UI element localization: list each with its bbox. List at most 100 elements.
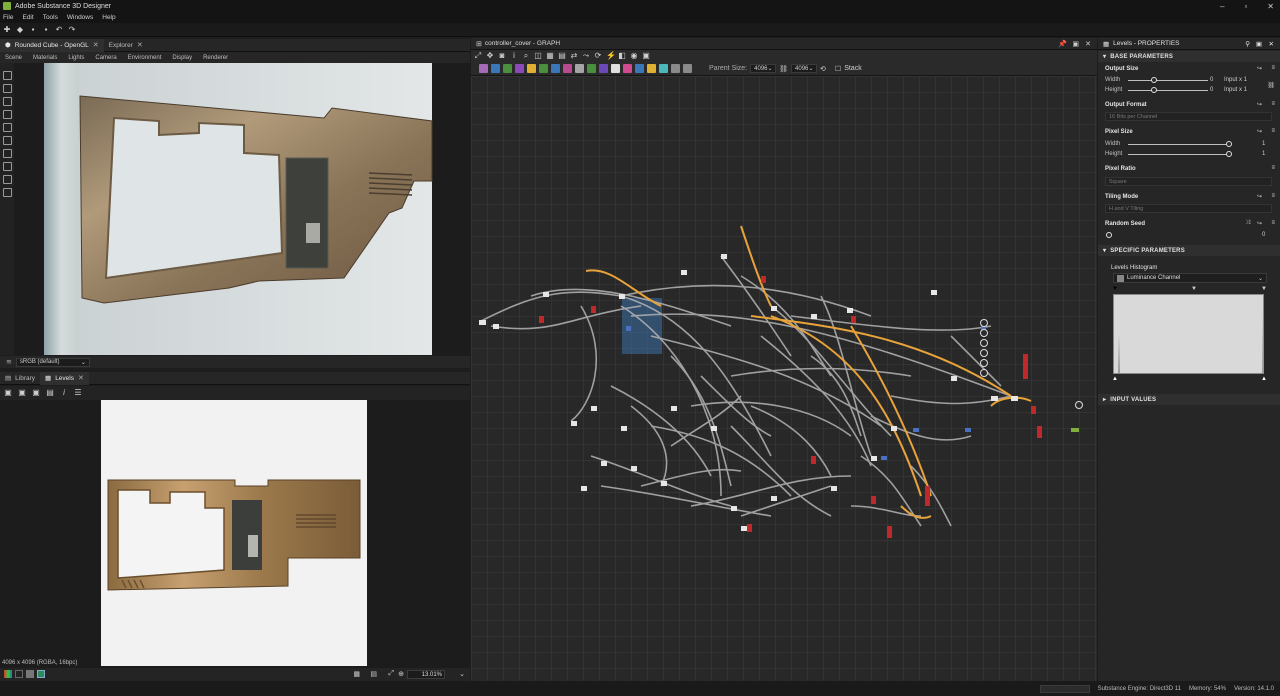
frame-icon[interactable]: ◧ xyxy=(618,52,626,60)
menu-icon[interactable]: ≡ xyxy=(1271,193,1275,199)
output-max-marker[interactable]: ▲ xyxy=(1261,376,1267,382)
channel-icon[interactable]: ▤ xyxy=(46,389,54,397)
preview-icon[interactable]: ▣ xyxy=(642,52,650,60)
pin-icon[interactable]: ⚲ xyxy=(1245,40,1250,48)
transform-node-icon[interactable] xyxy=(515,64,524,73)
gradient-node-icon[interactable] xyxy=(527,64,536,73)
menu-icon[interactable]: ≡ xyxy=(1271,220,1275,226)
maximize-panel-icon[interactable]: ▣ xyxy=(1072,40,1079,48)
viewport-2d[interactable] xyxy=(0,400,470,668)
fit-view-icon[interactable]: ⤢ xyxy=(388,670,394,678)
value-processor-icon[interactable] xyxy=(647,64,656,73)
open-icon[interactable]: ◆ xyxy=(16,25,24,34)
histogram-channel-dropdown[interactable]: Luminance Channel ⌄ xyxy=(1113,273,1267,283)
blend-node-icon[interactable] xyxy=(491,64,500,73)
undo-icon[interactable]: ↶ xyxy=(55,25,63,34)
viewport-3d[interactable] xyxy=(14,63,470,355)
info-icon[interactable]: i xyxy=(510,52,518,60)
tiling-mode-dropdown[interactable]: H and V Tiling xyxy=(1105,204,1272,213)
camera-icon[interactable] xyxy=(2,71,12,80)
export-icon[interactable]: ▣ xyxy=(32,389,40,397)
inherit-icon[interactable]: ↪ xyxy=(1257,220,1262,227)
inherit-icon[interactable]: ↪ xyxy=(1257,101,1262,108)
graph-canvas[interactable] xyxy=(471,76,1097,681)
output-width-slider[interactable] xyxy=(1128,80,1208,81)
blur-node-icon[interactable] xyxy=(563,64,572,73)
light-icon[interactable] xyxy=(2,84,12,93)
redo-icon[interactable]: ↷ xyxy=(68,25,76,34)
menu-icon[interactable]: ≡ xyxy=(1271,101,1275,107)
menu-file[interactable]: File xyxy=(3,14,13,21)
random-seed-knob[interactable] xyxy=(1106,232,1112,238)
tab-library[interactable]: ▤ Library xyxy=(0,372,40,385)
alpha-channel-icon[interactable] xyxy=(15,670,23,678)
info-icon[interactable]: i xyxy=(60,389,68,397)
inherit-icon[interactable]: ↪ xyxy=(1257,193,1262,200)
output-width-knob[interactable] xyxy=(1151,77,1157,83)
menu-icon[interactable]: ≡ xyxy=(1271,65,1275,71)
warp-node-icon[interactable] xyxy=(551,64,560,73)
stack-checkbox[interactable]: ☐ xyxy=(835,65,841,73)
menu-edit[interactable]: Edit xyxy=(22,14,33,21)
levels-histogram[interactable] xyxy=(1113,294,1264,374)
shuffle-icon[interactable]: ⤨ xyxy=(1245,220,1250,227)
material-icon[interactable] xyxy=(2,110,12,119)
snap-icon[interactable]: ⇄ xyxy=(570,52,578,60)
menu-windows[interactable]: Windows xyxy=(67,14,93,21)
layers-icon[interactable] xyxy=(2,175,12,184)
search-icon[interactable]: ⌕ xyxy=(522,52,530,60)
pixel-processor-icon[interactable] xyxy=(635,64,644,73)
atomic-node-icon[interactable] xyxy=(479,64,488,73)
shape-icon[interactable] xyxy=(2,162,12,171)
layout-icon[interactable]: ▦ xyxy=(546,52,554,60)
composite-channel-icon[interactable] xyxy=(37,670,45,678)
pixel-width-slider[interactable] xyxy=(1128,144,1228,145)
tab-explorer[interactable]: Explorer ✕ xyxy=(104,39,148,52)
zoom-dropdown-icon[interactable]: ⌄ xyxy=(459,670,465,678)
maximize-icon[interactable]: ▫ xyxy=(1244,2,1247,11)
save-icon[interactable]: ▪ xyxy=(29,25,37,34)
output-node-icon[interactable] xyxy=(611,64,620,73)
inherit-icon[interactable]: ↪ xyxy=(1257,65,1262,72)
input-values-section[interactable]: ▸ INPUT VALUES xyxy=(1098,394,1280,405)
close-tab-icon[interactable]: ✕ xyxy=(78,374,84,382)
tab-3d-view[interactable]: ⬢ Rounded Cube - OpenGL ✕ xyxy=(0,38,104,52)
target-icon[interactable]: ⊕ xyxy=(398,670,404,678)
maximize-panel-icon[interactable]: ▣ xyxy=(1256,40,1262,48)
output-height-slider[interactable] xyxy=(1128,90,1208,91)
frame-all-icon[interactable]: ⤢ xyxy=(474,52,482,60)
pixel-ratio-dropdown[interactable]: Square xyxy=(1105,177,1272,186)
node-icon[interactable]: ◫ xyxy=(534,52,542,60)
mesh-icon[interactable] xyxy=(2,149,12,158)
tab-levels[interactable]: ▦ Levels ✕ xyxy=(40,371,89,385)
bolt-icon[interactable]: ⚡ xyxy=(606,52,616,60)
base-parameters-section[interactable]: ▾ BASE PARAMETERS xyxy=(1098,51,1280,62)
fxmap-node-icon[interactable] xyxy=(659,64,668,73)
menu-icon[interactable]: ≡ xyxy=(1271,128,1275,134)
menu-icon[interactable]: ≡ xyxy=(1271,165,1275,171)
input-node-icon[interactable] xyxy=(575,64,584,73)
output-height-knob[interactable] xyxy=(1151,87,1157,93)
hsl-node-icon[interactable] xyxy=(587,64,596,73)
histogram-min-marker[interactable]: ▼ xyxy=(1112,286,1118,292)
grid-icon[interactable] xyxy=(2,123,12,132)
menu-environment[interactable]: Environment xyxy=(128,55,162,61)
pixel-height-slider[interactable] xyxy=(1128,154,1228,155)
fx-node-icon[interactable] xyxy=(623,64,632,73)
output-format-dropdown[interactable]: 16 Bits per Channel xyxy=(1105,112,1272,121)
menu-renderer[interactable]: Renderer xyxy=(203,55,228,61)
grid-view-icon[interactable]: ▦ xyxy=(353,670,360,678)
reset-icon[interactable]: ⟲ xyxy=(820,65,826,73)
pin-icon[interactable]: 📌 xyxy=(1058,40,1067,48)
colorspace-dropdown[interactable]: sRGB (default) ⌄ xyxy=(15,357,90,367)
gray-channel-icon[interactable] xyxy=(26,670,34,678)
parent-size-dropdown[interactable]: 4096 ⌄ xyxy=(750,64,777,73)
inherit-icon[interactable]: ↪ xyxy=(1257,128,1262,135)
histogram-mid-marker[interactable]: ▼ xyxy=(1191,286,1197,292)
axis-icon[interactable] xyxy=(2,136,12,145)
menu-display[interactable]: Display xyxy=(172,55,192,61)
menu-lights[interactable]: Lights xyxy=(68,55,84,61)
refresh-icon[interactable]: ⟳ xyxy=(594,52,602,60)
close-panel-icon[interactable]: ✕ xyxy=(1269,40,1274,48)
frame-node-icon[interactable] xyxy=(683,64,692,73)
